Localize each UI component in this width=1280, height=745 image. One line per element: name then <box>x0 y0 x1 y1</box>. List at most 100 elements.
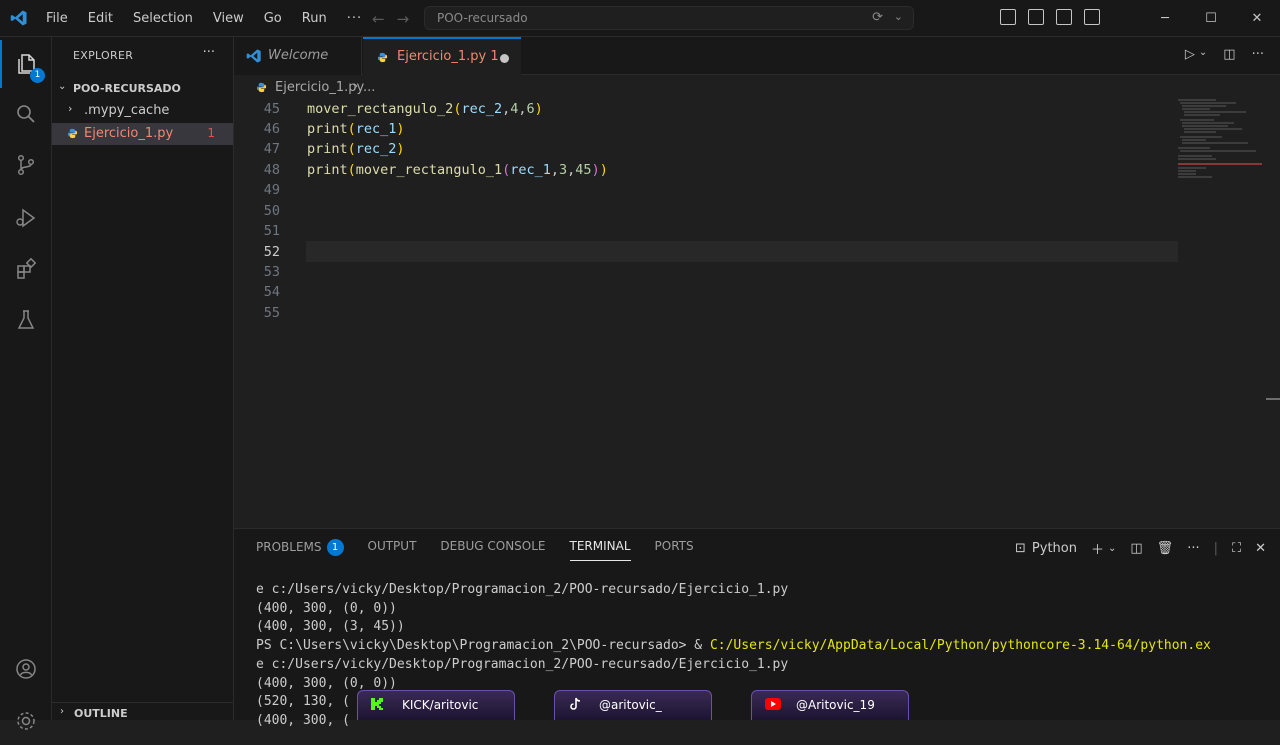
more-actions-icon[interactable]: ··· <box>1252 47 1264 62</box>
chevron-right-icon: › <box>353 79 359 94</box>
terminal-line: (400, 300, (0, 0)) <box>256 600 397 616</box>
tab-debug-console[interactable]: DEBUG CONSOLE <box>440 539 545 561</box>
terminal-line: PS C:\Users\vicky\Desktop\Programacion_2… <box>256 637 1211 656</box>
chevron-down-icon[interactable]: ⌄ <box>1108 543 1116 554</box>
tiktok-handle: @aritovic_ <box>599 698 662 712</box>
menu-file[interactable]: File <box>46 11 68 26</box>
chevron-down-icon[interactable]: ⌄ <box>894 10 903 23</box>
run-debug-activity[interactable] <box>0 194 52 242</box>
menu-selection[interactable]: Selection <box>133 11 193 26</box>
tab-welcome[interactable]: Welcome <box>234 37 362 75</box>
outline-label: OUTLINE <box>74 707 128 720</box>
chevron-down-icon[interactable]: ⌄ <box>1199 47 1207 62</box>
menu-bar: File Edit Selection View Go Run ··· <box>46 0 382 37</box>
chevron-right-icon: › <box>60 706 64 717</box>
search-icon <box>17 105 35 123</box>
menu-more-icon[interactable]: ··· <box>347 11 362 26</box>
tab-ports[interactable]: PORTS <box>655 539 694 561</box>
source-control-icon <box>17 154 35 176</box>
trash-icon[interactable]: 🗑 <box>1157 541 1174 556</box>
terminal-line: (400, 300, (3, 45)) <box>256 619 405 635</box>
new-terminal-icon[interactable]: ＋ <box>1091 539 1104 558</box>
editor-actions: ▷ ⌄ ◫ ··· <box>1169 47 1264 62</box>
accounts-activity[interactable] <box>0 645 52 693</box>
explorer-activity[interactable]: 1 <box>0 40 52 88</box>
current-line-highlight <box>306 241 1178 262</box>
close-window-icon[interactable]: ✕ <box>1234 0 1280 37</box>
explorer-title: EXPLORER <box>73 49 134 62</box>
customize-layout-icon[interactable] <box>1000 9 1016 25</box>
menu-edit[interactable]: Edit <box>88 11 113 26</box>
tab-terminal[interactable]: TERMINAL <box>569 539 631 561</box>
extensions-icon <box>17 257 37 279</box>
youtube-handle: @Aritovic_19 <box>796 698 875 712</box>
maximize-panel-icon[interactable]: ⛶ <box>1232 541 1241 556</box>
breadcrumb-more[interactable]: ... <box>363 80 375 95</box>
tab-output[interactable]: OUTPUT <box>368 539 417 561</box>
command-center[interactable]: POO-recursado ⟳ ⌄ <box>424 6 914 30</box>
minimap[interactable] <box>1176 98 1266 188</box>
more-actions-icon[interactable]: ··· <box>1187 541 1199 556</box>
unsaved-dot-icon[interactable] <box>500 54 509 63</box>
line-number: 55 <box>263 305 280 321</box>
line-number: 53 <box>263 264 280 280</box>
vscode-logo-icon <box>10 10 27 26</box>
tab-label: PORTS <box>654 539 694 553</box>
shell-name[interactable]: Python <box>1032 541 1077 556</box>
vscode-logo-icon <box>246 49 261 63</box>
copilot-icon[interactable]: ⟳ <box>872 10 883 25</box>
breadcrumb-file[interactable]: Ejercicio_1.py <box>275 80 364 95</box>
line-number: 48 <box>263 162 280 178</box>
tab-problems[interactable]: PROBLEMS 1 <box>256 539 344 561</box>
panel-actions: ⊡ Python ＋ ⌄ ◫ 🗑 ··· | ⛶ ✕ <box>1001 539 1266 558</box>
extensions-activity[interactable] <box>0 245 52 293</box>
tree-item-ejercicio-1[interactable]: Ejercicio_1.py 1 <box>52 123 233 145</box>
terminal-icon: ⊡ <box>1015 541 1026 556</box>
workspace-folder-label: POO-RECURSADO <box>73 82 181 95</box>
manage-activity[interactable] <box>0 697 52 745</box>
tree-item-mypy-cache[interactable]: › .mypy_cache <box>52 100 233 122</box>
line-number: 50 <box>263 203 280 219</box>
code-editor[interactable]: 45 46 47 48 49 50 51 52 53 54 55 mover_r… <box>234 98 1280 528</box>
explorer-badge: 1 <box>30 68 45 83</box>
run-icon[interactable]: ▷ <box>1185 47 1195 62</box>
scrollbar[interactable] <box>1266 398 1280 400</box>
workspace-folder[interactable]: ⌄ POO-RECURSADO <box>52 79 233 101</box>
tree-item-label: .mypy_cache <box>84 103 170 118</box>
explorer-more-icon[interactable]: ··· <box>203 45 215 60</box>
tab-label: Ejercicio_1.py 1 <box>397 49 499 64</box>
tiktok-logo-icon <box>570 697 581 710</box>
toggle-sidebar-icon[interactable] <box>1028 9 1044 25</box>
flask-icon <box>17 310 35 329</box>
menu-run[interactable]: Run <box>302 11 327 26</box>
source-control-activity[interactable] <box>0 141 52 189</box>
testing-activity[interactable] <box>0 296 52 344</box>
back-arrow-icon[interactable]: ← <box>372 10 385 28</box>
outline-section[interactable]: › OUTLINE <box>52 702 233 725</box>
code-line: print(rec_1) <box>307 121 405 137</box>
close-panel-icon[interactable]: ✕ <box>1255 541 1266 556</box>
chevron-right-icon: › <box>68 102 73 115</box>
chevron-down-icon: ⌄ <box>58 81 67 92</box>
gear-icon <box>17 712 35 730</box>
minimize-icon[interactable]: ─ <box>1142 0 1188 37</box>
tab-ejercicio-1[interactable]: Ejercicio_1.py 1 <box>363 37 521 75</box>
search-activity[interactable] <box>0 90 52 138</box>
split-editor-icon[interactable]: ◫ <box>1223 47 1235 62</box>
divider: | <box>1213 541 1218 556</box>
maximize-icon[interactable]: ☐ <box>1188 0 1234 37</box>
line-number: 52 <box>263 244 280 260</box>
menu-go[interactable]: Go <box>264 11 282 26</box>
forward-arrow-icon[interactable]: → <box>397 10 410 28</box>
panel-tabs: PROBLEMS 1 OUTPUT DEBUG CONSOLE TERMINAL … <box>256 539 718 561</box>
python-file-icon <box>67 128 78 139</box>
run-debug-icon <box>16 208 36 228</box>
account-icon <box>16 659 36 679</box>
menu-view[interactable]: View <box>213 11 244 26</box>
toggle-panel-icon[interactable] <box>1056 9 1072 25</box>
python-file-icon <box>377 52 388 63</box>
split-terminal-icon[interactable]: ◫ <box>1130 541 1142 556</box>
toggle-secondary-sidebar-icon[interactable] <box>1084 9 1100 25</box>
line-number: 49 <box>263 182 280 198</box>
problems-count: 1 <box>207 126 215 140</box>
